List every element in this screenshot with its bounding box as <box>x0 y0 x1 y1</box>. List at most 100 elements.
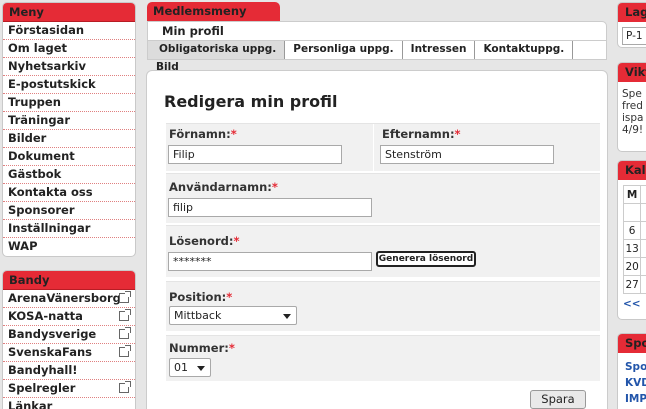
sponsor-link[interactable]: KVD <box>618 375 646 391</box>
meny-item-installningar[interactable]: Inställningar <box>3 220 135 238</box>
calendar-day[interactable]: 20 <box>622 257 642 276</box>
profile-tab-row: Min profil <box>147 21 607 41</box>
tab-min-profil[interactable]: Min profil <box>162 24 224 38</box>
meny-item-nyhetsarkiv[interactable]: Nyhetsarkiv <box>3 58 135 76</box>
calendar-prev-link[interactable]: << <box>618 296 646 312</box>
generate-password-button[interactable]: Generera lösenord <box>376 251 476 267</box>
lag-select[interactable]: P-1 <box>622 27 646 45</box>
subtab-intressen[interactable]: Intressen <box>403 41 476 59</box>
position-label: Position:* <box>169 290 232 304</box>
subtab-kontaktuppg[interactable]: Kontaktuppg. <box>475 41 574 59</box>
select-value: 01 <box>174 361 188 374</box>
meny-item-wap[interactable]: WAP <box>3 238 135 256</box>
efternamn-input[interactable]: Stenström <box>380 145 554 164</box>
label-text: Lösenord: <box>169 234 234 248</box>
vikt-header: Vikt <box>618 63 646 82</box>
bandy-box: Bandy ArenaVänersborg KOSA-natta Bandysv… <box>2 270 136 409</box>
link-label: SvenskaFans <box>8 345 92 359</box>
chevron-down-icon <box>197 366 205 371</box>
bandy-list: ArenaVänersborg KOSA-natta Bandysverige … <box>3 290 135 409</box>
meny-list: Förstasidan Om laget Nyhetsarkiv E-postu… <box>3 22 135 256</box>
external-link-icon <box>119 309 131 321</box>
subtab-obligatoriska[interactable]: Obligatoriska uppg. <box>148 41 286 59</box>
calendar-table: M 6 13 20 27 <box>622 185 646 294</box>
kalender-header: Kal <box>618 161 646 180</box>
vikt-line: fred <box>622 100 643 112</box>
calendar-day[interactable]: 13 <box>622 239 642 258</box>
losenord-input[interactable]: ******* <box>168 252 372 271</box>
bandy-link-svenskafans[interactable]: SvenskaFans <box>3 344 135 362</box>
meny-box: Meny Förstasidan Om laget Nyhetsarkiv E-… <box>2 2 136 257</box>
medlemsmeny-header: Medlemsmeny <box>147 2 280 21</box>
meny-item-traningar[interactable]: Träningar <box>3 112 135 130</box>
required-marker: * <box>233 234 240 248</box>
required-marker: * <box>454 127 461 141</box>
sponsor-link[interactable]: IMP <box>618 391 646 407</box>
meny-item-bilder[interactable]: Bilder <box>3 130 135 148</box>
label-text: Efternamn: <box>382 127 455 141</box>
meny-item-dokument[interactable]: Dokument <box>3 148 135 166</box>
bandy-header: Bandy <box>3 271 135 290</box>
bandy-link-arenavanersborg[interactable]: ArenaVänersborg <box>3 290 135 308</box>
meny-item-forstasidan[interactable]: Förstasidan <box>3 22 135 40</box>
anvandarnamn-input[interactable]: filip <box>168 198 372 217</box>
external-link-icon <box>119 327 131 339</box>
label-text: Position: <box>169 290 227 304</box>
kalender-box: Kal M 6 13 20 27 << <box>617 160 646 320</box>
fornamn-input[interactable]: Filip <box>168 145 342 164</box>
required-marker: * <box>226 290 233 304</box>
vikt-line: ispa <box>622 112 644 124</box>
meny-item-gastbok[interactable]: Gästbok <box>3 166 135 184</box>
meny-item-truppen[interactable]: Truppen <box>3 94 135 112</box>
bandy-link-spelregler[interactable]: Spelregler <box>3 380 135 398</box>
efternamn-label: Efternamn:* <box>382 127 461 141</box>
calendar-empty <box>622 203 642 222</box>
bandy-link-bandysverige[interactable]: Bandysverige <box>3 326 135 344</box>
save-button[interactable]: Spara <box>530 390 586 409</box>
calendar-day[interactable]: 27 <box>622 275 642 294</box>
nummer-label: Nummer:* <box>169 341 235 355</box>
fornamn-label: Förnamn:* <box>169 127 237 141</box>
vikt-text: Spe fred ispa 4/9! <box>618 82 646 136</box>
link-label: ArenaVänersborg <box>8 291 121 305</box>
link-label: Länkar <box>8 399 53 409</box>
label-text: Nummer: <box>169 341 229 355</box>
external-link-icon <box>119 345 131 357</box>
bandy-link-bandyhall[interactable]: Bandyhall! <box>3 362 135 380</box>
chevron-down-icon <box>283 314 291 319</box>
position-select[interactable]: Mittback <box>169 306 297 325</box>
label-text: Förnamn: <box>169 127 231 141</box>
name-divider <box>373 124 374 171</box>
required-marker: * <box>228 341 235 355</box>
bandy-link-lankar[interactable]: Länkar <box>3 398 135 409</box>
required-marker: * <box>230 127 237 141</box>
calendar-day[interactable]: 6 <box>622 221 642 240</box>
anvandarnamn-label: Användarnamn:* <box>169 180 278 194</box>
subtab-personliga[interactable]: Personliga uppg. <box>285 41 403 59</box>
vikt-line: 4/9! <box>622 124 644 136</box>
meny-item-e-postutskick[interactable]: E-postutskick <box>3 76 135 94</box>
select-value: Mittback <box>174 309 222 322</box>
required-marker: * <box>271 180 278 194</box>
sponsor-header: Spo <box>618 334 646 353</box>
vikt-box: Vikt Spe fred ispa 4/9! <box>617 62 646 152</box>
link-label: Bandyhall! <box>8 363 78 377</box>
sponsor-box: Spo Spo KVD IMP <box>617 333 646 409</box>
sponsor-link[interactable]: Spo <box>618 359 646 375</box>
label-text: Användarnamn: <box>169 180 272 194</box>
link-label: Bandysverige <box>8 327 97 341</box>
vikt-line: Spe <box>622 88 642 100</box>
bandy-link-kosa-natta[interactable]: KOSA-natta <box>3 308 135 326</box>
page-title: Redigera min profil <box>164 92 338 111</box>
meny-item-kontakta-oss[interactable]: Kontakta oss <box>3 184 135 202</box>
external-link-icon <box>119 291 131 303</box>
lag-box: Lag P-1 <box>617 2 646 48</box>
lag-header: Lag <box>618 3 646 22</box>
losenord-label: Lösenord:* <box>169 234 239 248</box>
nummer-select[interactable]: 01 <box>169 358 211 377</box>
meny-header: Meny <box>3 3 135 22</box>
meny-item-om-laget[interactable]: Om laget <box>3 40 135 58</box>
subtab-row: Obligatoriska uppg. Personliga uppg. Int… <box>147 40 607 73</box>
meny-item-sponsorer[interactable]: Sponsorer <box>3 202 135 220</box>
external-link-icon <box>119 381 131 393</box>
